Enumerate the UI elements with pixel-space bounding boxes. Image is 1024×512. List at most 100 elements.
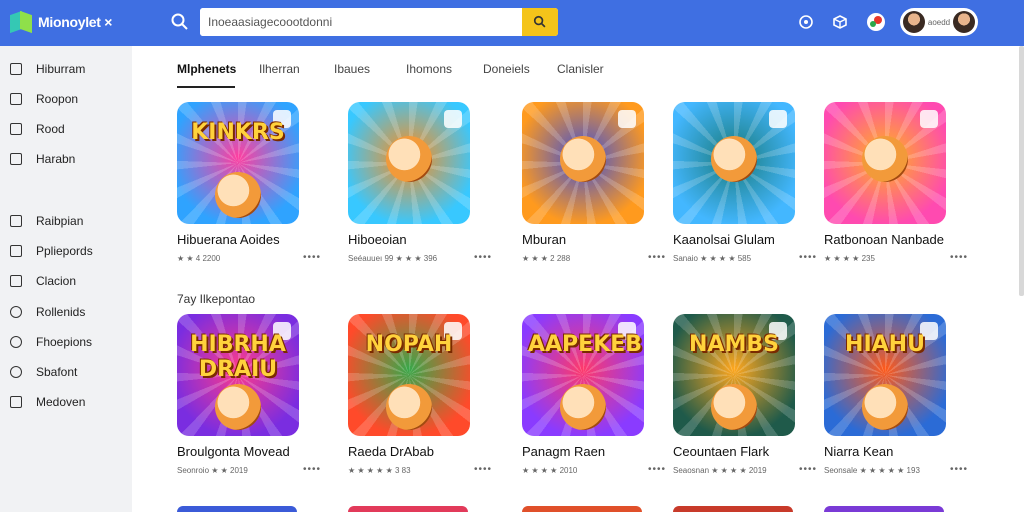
corner-badge-icon [444,110,462,128]
sidebar-item-7[interactable]: Rollenids [10,303,85,321]
game-rating: Sanaio ★ ★ ★ ★ 585 [673,254,752,263]
sidebar-item-3[interactable]: Harabn [10,150,75,168]
search-input[interactable] [200,8,522,36]
app-logo[interactable]: Mionoylet × [10,10,112,34]
color-icon[interactable] [865,11,887,33]
tab-2[interactable]: Ibaues [334,62,370,78]
game-logo-text: NOPAH [365,332,453,357]
box-icon [10,275,22,287]
sidebar-item-1[interactable]: Roopon [10,90,78,108]
game-card-peek [348,506,468,512]
corner-badge-icon [618,110,636,128]
game-title[interactable]: Broulgonta Movead [177,444,317,459]
more-options-icon[interactable]: •••• [648,464,666,475]
search-button[interactable] [522,8,558,36]
game-title[interactable]: Hibuerana Aoides [177,232,317,247]
more-options-icon[interactable]: •••• [799,464,817,475]
tab-4[interactable]: Doneiels [483,62,530,78]
game-card-peek [177,506,297,512]
game-thumbnail[interactable]: AAPEKEB [522,314,644,436]
more-options-icon[interactable]: •••• [474,464,492,475]
game-title[interactable]: Raeda DrAbab [348,444,488,459]
game-title[interactable]: Ceountaen Flark [673,444,813,459]
tab-5[interactable]: Clanisler [557,62,604,78]
more-options-icon[interactable]: •••• [303,252,321,263]
game-thumbnail[interactable]: NOPAH [348,314,470,436]
more-options-icon[interactable]: •••• [303,464,321,475]
sidebar-item-5[interactable]: Ppliepords [10,242,93,260]
game-thumbnail[interactable]: HIBRHA DRAIU [177,314,299,436]
logo-cube-icon [10,10,32,34]
active-tab-indicator [177,86,235,88]
game-card[interactable]: NAMBS Ceountaen Flark Seaosnan ★ ★ ★ ★ 201… [673,314,816,475]
more-options-icon[interactable]: •••• [950,252,968,263]
more-options-icon[interactable]: •••• [648,252,666,263]
game-rating: ★ ★ ★ ★ 2010 [522,466,578,475]
tab-0[interactable]: Mlphenets [177,62,236,78]
game-card[interactable]: HIBRHA DRAIU Broulgonta Movead Seonroio ★ … [177,314,320,475]
game-title[interactable]: Kaanolsai Glulam [673,232,813,247]
more-options-icon[interactable]: •••• [474,252,492,263]
sidebar-item-0[interactable]: Hiburram [10,60,85,78]
game-card[interactable]: KINKRS Hibuerana Aoides ★ ★ 4 2200 •••• [177,102,320,263]
game-thumbnail[interactable]: KINKRS [177,102,299,224]
search-icon [533,15,546,28]
game-card[interactable]: NOPAH Raeda DrAbab ★ ★ ★ ★ ★ 3 83 •••• [348,314,491,475]
game-thumbnail[interactable]: HIAHU [824,314,946,436]
game-card[interactable]: HIAHU Niarra Kean Seonsale ★ ★ ★ ★ ★ 193 ••… [824,314,967,475]
grid-icon [10,245,22,257]
game-card-peek [673,506,793,512]
sidebar-item-6[interactable]: Clacion [10,272,76,290]
link-icon [10,366,22,378]
game-card[interactable]: AAPEKEB Panagm Raen ★ ★ ★ ★ 2010 •••• [522,314,665,475]
search-icon[interactable] [170,12,190,32]
character-illustration [862,136,908,182]
sidebar-item-9[interactable]: Sbafont [10,363,77,381]
game-card[interactable]: Kaanolsai Glulam Sanaio ★ ★ ★ ★ 585 •••• [673,102,816,263]
game-logo-text: HIBRHA DRAIU [190,332,286,382]
game-thumbnail[interactable] [824,102,946,224]
game-thumbnail[interactable] [348,102,470,224]
game-card[interactable]: Mburan ★ ★ ★ 2 288 •••• [522,102,665,263]
bag-icon [10,396,22,408]
game-title[interactable]: Niarra Kean [824,444,964,459]
section-label: 7ay Ilkepontao [177,292,256,306]
game-title[interactable]: Hiboeoian [348,232,488,247]
notification-icon[interactable] [795,11,817,33]
game-title[interactable]: Ratbonoan Nanbade [824,232,964,247]
character-illustration [386,384,432,430]
character-illustration [711,384,757,430]
avatar-secondary [953,11,975,33]
more-options-icon[interactable]: •••• [799,252,817,263]
game-logo-text: NAMBS [689,332,779,357]
character-illustration [386,136,432,182]
game-card-peek [824,506,944,512]
sidebar-item-2[interactable]: Rood [10,120,65,138]
avatar [903,11,925,33]
character-illustration [862,384,908,430]
scrollbar[interactable] [1019,46,1024,296]
home-icon [10,63,22,75]
game-thumbnail[interactable]: NAMBS [673,314,795,436]
sidebar-item-4[interactable]: Raibpian [10,212,83,230]
game-title[interactable]: Panagm Raen [522,444,662,459]
sidebar-item-8[interactable]: Fhoepions [10,333,92,351]
game-thumbnail[interactable] [522,102,644,224]
tab-1[interactable]: Ilherran [259,62,300,78]
logo-text: Mionoylet × [38,14,113,30]
sidebar-item-10[interactable]: Medoven [10,393,85,411]
game-card[interactable]: Hiboeoian Seéauueı 99 ★ ★ ★ 396 •••• [348,102,491,263]
corner-badge-icon [769,110,787,128]
character-illustration [711,136,757,182]
game-title[interactable]: Mburan [522,232,662,247]
game-thumbnail[interactable] [673,102,795,224]
puzzle-icon[interactable] [829,11,851,33]
character-illustration [560,136,606,182]
game-card[interactable]: Ratbonoan Nanbade ★ ★ ★ ★ 235 •••• [824,102,967,263]
game-rating: ★ ★ ★ ★ 235 [824,254,875,263]
square-icon [10,153,22,165]
tab-3[interactable]: Ihomons [406,62,452,78]
game-rating: Seonsale ★ ★ ★ ★ ★ 193 [824,466,920,475]
more-options-icon[interactable]: •••• [950,464,968,475]
user-menu[interactable]: aoedd [900,8,978,36]
